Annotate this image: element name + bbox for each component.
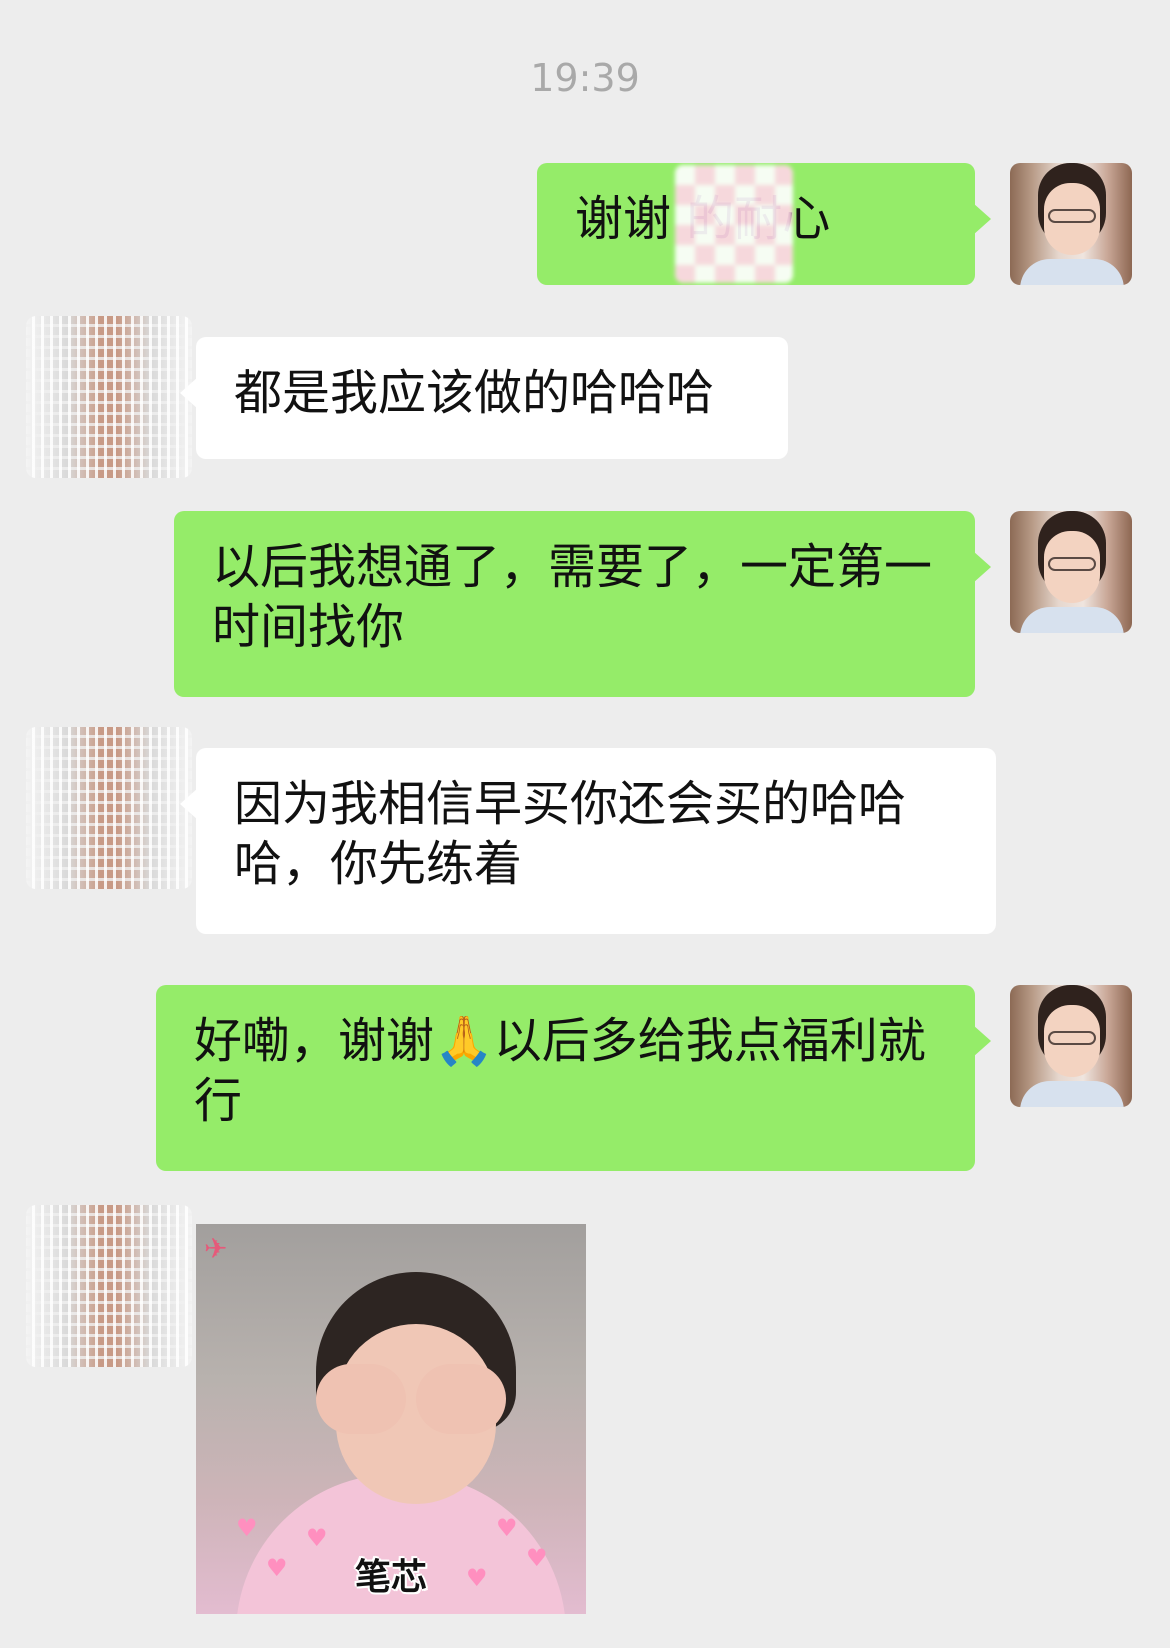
my-avatar[interactable] [1010,511,1132,633]
chat-view: 19:39 谢谢 的耐心 都是我应该做的哈哈哈 以后我想通了，需要了，一定第一时… [0,0,1170,1648]
avatar-glasses [1048,1031,1096,1045]
message-bubble-received[interactable]: 因为我相信早买你还会买的哈哈哈，你先练着 [180,748,996,934]
sticker-caption: 笔芯 [354,1557,427,1598]
my-avatar[interactable] [1010,163,1132,285]
message-bubble-sent[interactable]: 好嘞，谢谢🙏以后多给我点福利就行 [156,985,991,1171]
airplane-icon: ✈ [204,1232,228,1265]
heart-icon: ♥ [496,1514,518,1542]
heart-icon: ♥ [236,1514,258,1542]
message-text: 好嘞，谢谢🙏以后多给我点福利就行 [194,1013,926,1129]
contact-avatar[interactable] [26,316,192,478]
message-bubble-received[interactable]: 都是我应该做的哈哈哈 [180,337,788,459]
avatar-shirt [1020,607,1124,633]
avatar-shirt [1020,1081,1124,1107]
message-text: 因为我相信早买你还会买的哈哈哈，你先练着 [234,776,907,892]
message-bubble-sent[interactable]: 以后我想通了，需要了，一定第一时间找你 [174,511,991,697]
message-timestamp: 19:39 [530,56,640,100]
contact-avatar[interactable] [26,1205,192,1367]
message-text: 都是我应该做的哈哈哈 [234,365,715,421]
mosaic-redaction [675,165,793,283]
avatar-glasses [1048,557,1096,571]
sticker-hand-left [316,1364,406,1434]
message-text: 以后我想通了，需要了，一定第一时间找你 [212,539,933,655]
avatar-shirt [1020,259,1124,285]
my-avatar[interactable] [1010,985,1132,1107]
sticker-hand-right [416,1364,506,1434]
avatar-glasses [1048,209,1096,223]
sticker-message[interactable]: ✈ ♥ ♥ ♥ ♥ ♥ ♥ 笔芯 [196,1224,586,1614]
contact-avatar[interactable] [26,727,192,889]
